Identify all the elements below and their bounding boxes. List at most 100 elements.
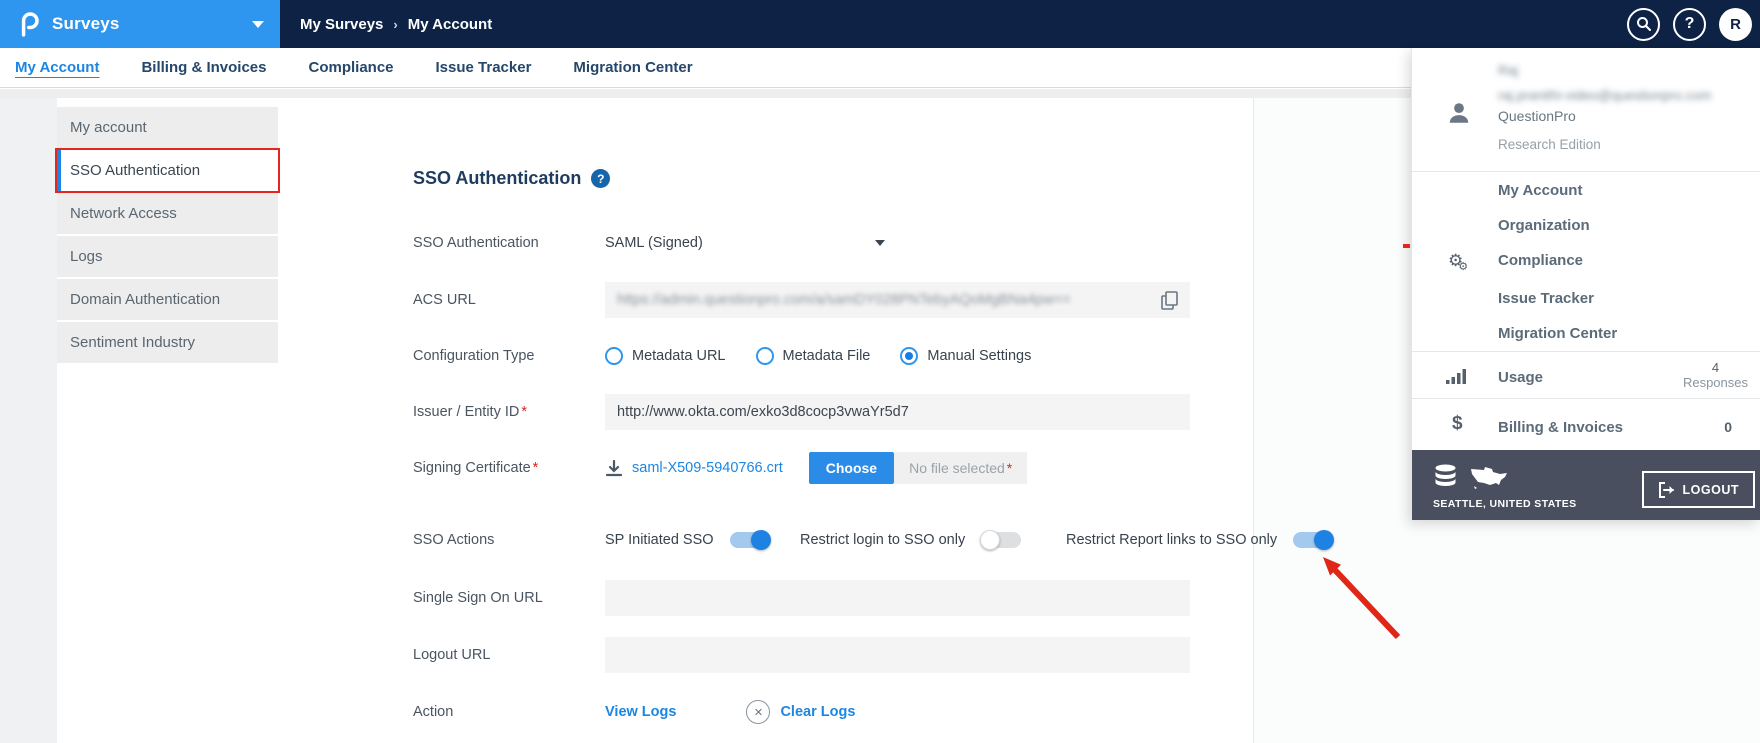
database-icon: [1435, 464, 1456, 486]
questionpro-logo-icon: [21, 12, 39, 37]
toggle-knob: [750, 530, 771, 550]
no-file-selected-text: No file selected *: [894, 452, 1028, 484]
clear-logs-icon[interactable]: ✕: [746, 700, 771, 724]
toggle-knob: [980, 530, 1001, 550]
radio-metadata-file[interactable]: Metadata File: [755, 347, 871, 365]
top-nav: Surveys My Surveys › My Account ? R: [0, 0, 1760, 48]
panel-menu-usage[interactable]: Usage: [1498, 369, 1543, 386]
sidebar-item-sso-authentication[interactable]: SSO Authentication: [55, 148, 280, 193]
clear-logs-link[interactable]: Clear Logs: [780, 704, 855, 720]
copy-icon[interactable]: [1161, 290, 1178, 310]
radio-icon: [605, 347, 623, 365]
divider: [1412, 398, 1760, 399]
view-logs-link[interactable]: View Logs: [605, 704, 676, 720]
radio-metadata-url[interactable]: Metadata URL: [605, 347, 726, 365]
tab-my-account[interactable]: My Account: [15, 59, 99, 76]
action-label: Action: [413, 704, 454, 720]
issuer-input[interactable]: http://www.okta.com/exko3d8cocp3vwaYr5d7: [605, 394, 1190, 430]
sso-type-value: SAML (Signed): [605, 235, 703, 251]
help-button[interactable]: ?: [1673, 7, 1706, 41]
panel-menu-organization[interactable]: Organization: [1498, 217, 1590, 234]
us-map-icon: [1471, 467, 1507, 489]
radio-checked-icon: [900, 347, 919, 365]
sidebar-item-logs[interactable]: Logs: [57, 236, 278, 277]
sp-initiated-sso-toggle[interactable]: [729, 530, 771, 550]
chevron-down-icon[interactable]: [252, 20, 264, 28]
breadcrumb-my-account: My Account: [407, 15, 493, 33]
usage-value: 4: [1711, 360, 1720, 375]
tab-billing-invoices[interactable]: Billing & Invoices: [141, 59, 266, 76]
divider: [1412, 351, 1760, 352]
signing-certificate-label: Signing Certificate *: [413, 460, 539, 476]
panel-menu-my-account[interactable]: My Account: [1498, 182, 1582, 199]
breadcrumb-my-surveys[interactable]: My Surveys: [300, 16, 383, 33]
sp-initiated-sso-label: SP Initiated SSO: [605, 532, 714, 548]
restrict-login-toggle[interactable]: [980, 530, 1022, 550]
sidebar-item-my-account[interactable]: My account: [57, 107, 278, 148]
gears-icon: ⚙⚙: [1448, 251, 1469, 273]
location-text: SEATTLE, UNITED STATES: [1433, 498, 1577, 510]
radio-manual-settings[interactable]: Manual Settings: [900, 347, 1031, 365]
issuer-value: http://www.okta.com/exko3d8cocp3vwaYr5d7: [617, 404, 909, 420]
tab-compliance[interactable]: Compliance: [308, 59, 393, 76]
breadcrumb-separator: ›: [393, 16, 398, 32]
user-email: raj.pranithi-video@questionpro.com: [1498, 88, 1712, 103]
restrict-report-links-label: Restrict Report links to SSO only: [1066, 532, 1278, 548]
sso-type-select[interactable]: SAML (Signed): [605, 235, 885, 251]
certificate-file-link[interactable]: saml-X509-5940766.crt: [632, 460, 783, 476]
chevron-down-icon: [875, 240, 885, 246]
divider: [1412, 171, 1760, 172]
radio-icon: [755, 347, 774, 365]
sso-actions-label: SSO Actions: [413, 532, 495, 548]
person-icon: [1449, 103, 1469, 123]
radio-label: Manual Settings: [927, 348, 1032, 364]
page-title: SSO Authentication: [413, 168, 582, 188]
red-annotation-mark: [1403, 244, 1410, 248]
tab-issue-tracker[interactable]: Issue Tracker: [436, 59, 532, 76]
logout-url-input[interactable]: [605, 637, 1190, 673]
help-icon[interactable]: ?: [591, 169, 611, 188]
sidebar-item-domain-authentication[interactable]: Domain Authentication: [57, 279, 278, 320]
logout-icon: [1658, 481, 1674, 498]
logout-label: LOGOUT: [1682, 482, 1739, 497]
sso-type-label: SSO Authentication: [413, 235, 539, 251]
single-sign-on-url-input[interactable]: [605, 580, 1190, 616]
user-avatar[interactable]: R: [1719, 7, 1752, 41]
tab-migration-center[interactable]: Migration Center: [573, 59, 692, 76]
user-name: Raj: [1498, 63, 1519, 78]
left-gutter: [0, 98, 57, 743]
sidebar-item-sentiment-industry[interactable]: Sentiment Industry: [57, 322, 278, 363]
acs-url-value: https://admin.questionpro.com/a/samDY028…: [617, 292, 1071, 308]
single-sign-on-url-label: Single Sign On URL: [413, 590, 543, 606]
acs-url-field: https://admin.questionpro.com/a/samDY028…: [605, 282, 1190, 318]
product-switcher[interactable]: Surveys: [0, 0, 280, 48]
user-dropdown-panel: Raj raj.pranithi-video@questionpro.com Q…: [1411, 48, 1760, 520]
choose-file-button[interactable]: Choose: [808, 452, 895, 484]
configuration-type-label: Configuration Type: [413, 348, 535, 364]
usage-count: 4 Responses: [1683, 360, 1748, 390]
sidebar-item-network-access[interactable]: Network Access: [57, 193, 278, 234]
panel-menu-issue-tracker[interactable]: Issue Tracker: [1498, 290, 1594, 307]
usage-bars-icon: [1446, 369, 1466, 384]
user-organization: QuestionPro: [1498, 108, 1576, 124]
dollar-icon: $: [1452, 413, 1463, 434]
panel-menu-compliance[interactable]: Compliance: [1498, 252, 1583, 269]
radio-label: Metadata File: [782, 348, 871, 364]
breadcrumb: My Surveys › My Account: [300, 16, 492, 33]
restrict-login-label: Restrict login to SSO only: [800, 532, 966, 548]
panel-footer: SEATTLE, UNITED STATES LOGOUT: [1412, 450, 1760, 520]
logout-button[interactable]: LOGOUT: [1641, 471, 1755, 508]
user-edition: Research Edition: [1498, 137, 1601, 152]
red-annotation-arrow: [1323, 557, 1401, 640]
usage-unit: Responses: [1682, 375, 1748, 390]
search-icon: [1636, 17, 1651, 31]
download-icon[interactable]: [605, 459, 623, 477]
search-button[interactable]: [1627, 7, 1660, 41]
product-name: Surveys: [52, 14, 120, 33]
acs-url-label: ACS URL: [413, 292, 476, 308]
panel-menu-migration-center[interactable]: Migration Center: [1498, 325, 1617, 342]
panel-menu-billing-invoices[interactable]: Billing & Invoices: [1498, 419, 1623, 436]
logout-url-label: Logout URL: [413, 647, 491, 663]
radio-label: Metadata URL: [632, 348, 726, 364]
issuer-label: Issuer / Entity ID *: [413, 404, 528, 420]
